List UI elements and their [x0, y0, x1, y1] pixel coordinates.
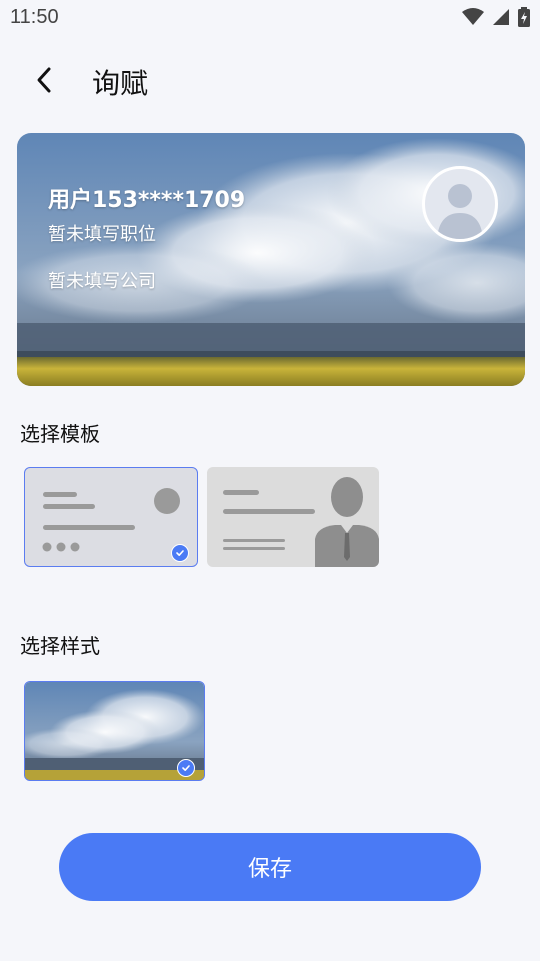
wifi-icon — [462, 8, 484, 25]
template-option-2[interactable] — [207, 467, 379, 567]
app-bar: 询赋 — [0, 50, 540, 110]
template-option-1[interactable] — [24, 467, 198, 567]
selected-check-icon — [177, 759, 195, 777]
template-2-preview — [223, 477, 379, 567]
selected-check-icon — [171, 544, 189, 562]
cellular-signal-icon — [493, 9, 509, 25]
battery-charging-icon — [518, 7, 530, 27]
status-bar: 11:50 — [0, 0, 540, 36]
card-user-name: 用户153****1709 — [48, 188, 246, 213]
template-section-title: 选择模板 — [20, 422, 100, 446]
status-time: 11:50 — [10, 6, 59, 28]
back-button[interactable] — [24, 60, 64, 100]
card-company: 暂未填写公司 — [48, 271, 156, 292]
save-button[interactable]: 保存 — [59, 833, 481, 901]
business-card-preview: 用户153****1709 暂未填写职位 暂未填写公司 — [17, 133, 525, 386]
style-option-sky-field[interactable] — [24, 681, 205, 781]
chevron-left-icon — [37, 67, 51, 93]
page-title: 询赋 — [92, 67, 149, 100]
style-section-title: 选择样式 — [20, 634, 100, 658]
avatar[interactable] — [422, 166, 498, 242]
card-position: 暂未填写职位 — [48, 224, 156, 245]
status-icons — [462, 7, 530, 27]
person-icon — [437, 184, 483, 239]
